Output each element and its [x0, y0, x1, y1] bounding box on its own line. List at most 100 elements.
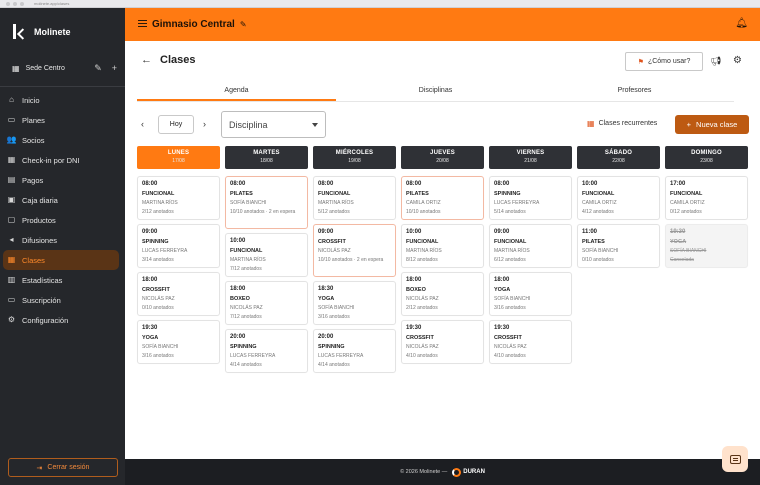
- class-card[interactable]: 10:00 FUNCIONAL MARTINA RÍOS 7/12 anotados: [225, 233, 308, 277]
- sidebar-item-label: Inicio: [22, 95, 40, 105]
- class-professor: SOFÍA BIANCHI: [318, 305, 355, 311]
- add-sede-icon[interactable]: +: [112, 63, 117, 74]
- class-time: 19:30: [670, 229, 686, 235]
- day-header[interactable]: SÁBADO 22/08: [577, 146, 660, 169]
- sidebar-item-suscripción[interactable]: ▭ Suscripción: [3, 290, 119, 310]
- class-name: YOGA: [318, 296, 335, 302]
- class-card[interactable]: 17:00 FUNCIONAL CAMILA ORTIZ 0/12 anotados: [665, 176, 748, 220]
- class-time: 08:00: [406, 181, 422, 187]
- day-header[interactable]: MIÉRCOLES 19/08: [313, 146, 396, 169]
- chat-button[interactable]: [722, 446, 748, 472]
- logout-button[interactable]: ⇥ Cerrar sesión: [8, 458, 118, 477]
- sidebar-item-inicio[interactable]: ⌂ Inicio: [3, 90, 119, 110]
- sidebar-item-planes[interactable]: ▭ Planes: [3, 110, 119, 130]
- class-card[interactable]: 20:00 SPINNING LUCAS FERREYRA 4/14 anotados: [225, 329, 308, 373]
- sidebar-item-check-in-por-dni[interactable]: ▦ Check-in por DNI: [3, 150, 119, 170]
- sidebar-item-pagos[interactable]: ▤ Pagos: [3, 170, 119, 190]
- prev-week-icon[interactable]: ‹: [141, 119, 144, 129]
- day-name: DOMINGO: [691, 150, 722, 156]
- class-card[interactable]: 09:00 CROSSFIT NICOLÁS PAZ 10/10 anotados ·…: [313, 224, 396, 277]
- class-card[interactable]: 19:30 CROSSFIT NICOLÁS PAZ 4/10 anotados: [401, 320, 484, 364]
- menu-icon[interactable]: [138, 20, 147, 27]
- class-time: 20:00: [230, 334, 246, 340]
- sidebar-item-caja-diaria[interactable]: ▣ Caja diaria: [3, 190, 119, 210]
- tab-disciplinas[interactable]: Disciplinas: [336, 81, 535, 101]
- class-card[interactable]: 18:00 CROSSFIT NICOLÁS PAZ 0/10 anotados: [137, 272, 220, 316]
- class-card[interactable]: 19:30 YOGA SOFÍA BIANCHI Cancelada: [665, 224, 748, 268]
- class-professor: NICOLÁS PAZ: [318, 248, 351, 254]
- class-card[interactable]: 09:00 SPINNING LUCAS FERREYRA 3/14 anotados: [137, 224, 220, 268]
- tab-agenda[interactable]: Agenda: [137, 81, 336, 101]
- tab-profesores[interactable]: Profesores: [535, 81, 734, 101]
- how-to-use-button[interactable]: ⚑ ¿Cómo usar?: [625, 52, 703, 71]
- day-column: LUNES 17/08 08:00 FUNCIONAL MARTINA RÍOS 2/12…: [137, 146, 220, 377]
- sidebar-item-productos[interactable]: ▢ Productos: [3, 210, 119, 230]
- recurring-classes-link[interactable]: ▦ Clases recurrentes: [587, 119, 657, 128]
- next-week-icon[interactable]: ›: [203, 119, 206, 129]
- class-time: 19:30: [406, 325, 422, 331]
- logout-label: Cerrar sesión: [47, 464, 90, 471]
- duran-logo[interactable]: DURAN: [452, 467, 485, 477]
- bell-icon[interactable]: 🔔︎: [735, 18, 748, 29]
- class-professor: NICOLÁS PAZ: [406, 296, 439, 302]
- class-name: YOGA: [142, 335, 159, 341]
- megaphone-icon[interactable]: 📢︎: [710, 56, 721, 67]
- day-header[interactable]: JUEVES 20/08: [401, 146, 484, 169]
- class-status: 10/10 anotados · 2 en espera: [318, 257, 384, 263]
- class-card[interactable]: 10:00 FUNCIONAL CAMILA ORTIZ 4/12 anotados: [577, 176, 660, 220]
- day-column: MIÉRCOLES 19/08 08:00 FUNCIONAL MARTINA RÍOS…: [313, 146, 396, 377]
- gear-icon[interactable]: ⚙: [733, 55, 742, 66]
- back-arrow-icon[interactable]: ←: [141, 54, 152, 66]
- class-card[interactable]: 20:00 SPINNING LUCAS FERREYRA 4/14 anotados: [313, 329, 396, 373]
- class-status: 10/10 anotados: [406, 209, 441, 215]
- edit-gym-icon[interactable]: ✎: [240, 20, 247, 29]
- topbar: Gimnasio Central ✎ 🔔︎: [125, 8, 760, 41]
- sidebar-item-clases[interactable]: ▦ Clases: [3, 250, 119, 270]
- class-professor: MARTINA RÍOS: [230, 257, 266, 263]
- class-card[interactable]: 19:30 CROSSFIT NICOLÁS PAZ 4/10 anotados: [489, 320, 572, 364]
- sede-selector[interactable]: ▦ Sede Centro ✎ +: [12, 63, 117, 74]
- class-card[interactable]: 19:30 YOGA SOFÍA BIANCHI 3/16 anotados: [137, 320, 220, 364]
- class-card[interactable]: 10:00 FUNCIONAL MARTINA RÍOS 8/12 anotados: [401, 224, 484, 268]
- class-card[interactable]: 18:00 BOXEO NICOLÁS PAZ 2/12 anotados: [401, 272, 484, 316]
- day-header[interactable]: VIERNES 21/08: [489, 146, 572, 169]
- users-icon: 👥: [6, 135, 17, 144]
- address-bar[interactable]: molinete.app/clases: [34, 1, 69, 6]
- day-header[interactable]: DOMINGO 23/08: [665, 146, 748, 169]
- class-name: SPINNING: [142, 239, 169, 245]
- sidebar-item-configuración[interactable]: ⚙ Configuración: [3, 310, 119, 330]
- class-card[interactable]: 18:00 YOGA SOFÍA BIANCHI 3/16 anotados: [489, 272, 572, 316]
- day-column: SÁBADO 22/08 10:00 FUNCIONAL CAMILA ORTIZ 4/1…: [577, 146, 660, 377]
- class-card[interactable]: 08:00 FUNCIONAL MARTINA RÍOS 5/12 anotados: [313, 176, 396, 220]
- class-card[interactable]: 08:00 SPINNING LUCAS FERREYRA 5/14 anotados: [489, 176, 572, 220]
- sidebar-item-socios[interactable]: 👥 Socios: [3, 130, 119, 150]
- file-icon: ▤: [7, 175, 16, 184]
- brand[interactable]: Molinete: [12, 24, 71, 40]
- class-card[interactable]: 11:00 PILATES SOFÍA BIANCHI 0/10 anotados: [577, 224, 660, 268]
- class-card[interactable]: 08:00 PILATES CAMILA ORTIZ 10/10 anotados: [401, 176, 484, 220]
- discipline-select[interactable]: Disciplina: [221, 111, 326, 138]
- class-card[interactable]: 08:00 FUNCIONAL MARTINA RÍOS 2/12 anotados: [137, 176, 220, 220]
- class-card[interactable]: 18:00 BOXEO NICOLÁS PAZ 7/12 anotados: [225, 281, 308, 325]
- sidebar-item-estadísticas[interactable]: ▥ Estadísticas: [3, 270, 119, 290]
- class-time: 18:00: [142, 277, 158, 283]
- class-professor: MARTINA RÍOS: [494, 248, 530, 254]
- sidebar-item-difusiones[interactable]: ◂ Difusiones: [3, 230, 119, 250]
- class-card[interactable]: 08:00 PILATES SOFÍA BIANCHI 10/10 anotados …: [225, 176, 308, 229]
- sidebar-item-label: Configuración: [22, 315, 69, 325]
- class-professor: NICOLÁS PAZ: [142, 296, 175, 302]
- day-header[interactable]: LUNES 17/08: [137, 146, 220, 169]
- flag-icon: ⚑: [637, 58, 644, 66]
- edit-sede-icon[interactable]: ✎: [94, 63, 102, 74]
- footer: © 2026 Molinete — DURAN: [125, 459, 760, 485]
- gear-icon: ⚙: [7, 315, 16, 324]
- class-time: 20:00: [318, 334, 334, 340]
- class-card[interactable]: 09:00 FUNCIONAL MARTINA RÍOS 6/12 anotados: [489, 224, 572, 268]
- today-button[interactable]: Hoy: [158, 115, 194, 134]
- sidebar-item-label: Productos: [22, 215, 56, 225]
- class-card[interactable]: 18:30 YOGA SOFÍA BIANCHI 3/16 anotados: [313, 281, 396, 325]
- day-header[interactable]: MARTES 18/08: [225, 146, 308, 169]
- chart-icon: ▥: [7, 275, 16, 284]
- new-class-button[interactable]: + Nueva clase: [675, 115, 749, 134]
- class-professor: SOFÍA BIANCHI: [670, 248, 707, 254]
